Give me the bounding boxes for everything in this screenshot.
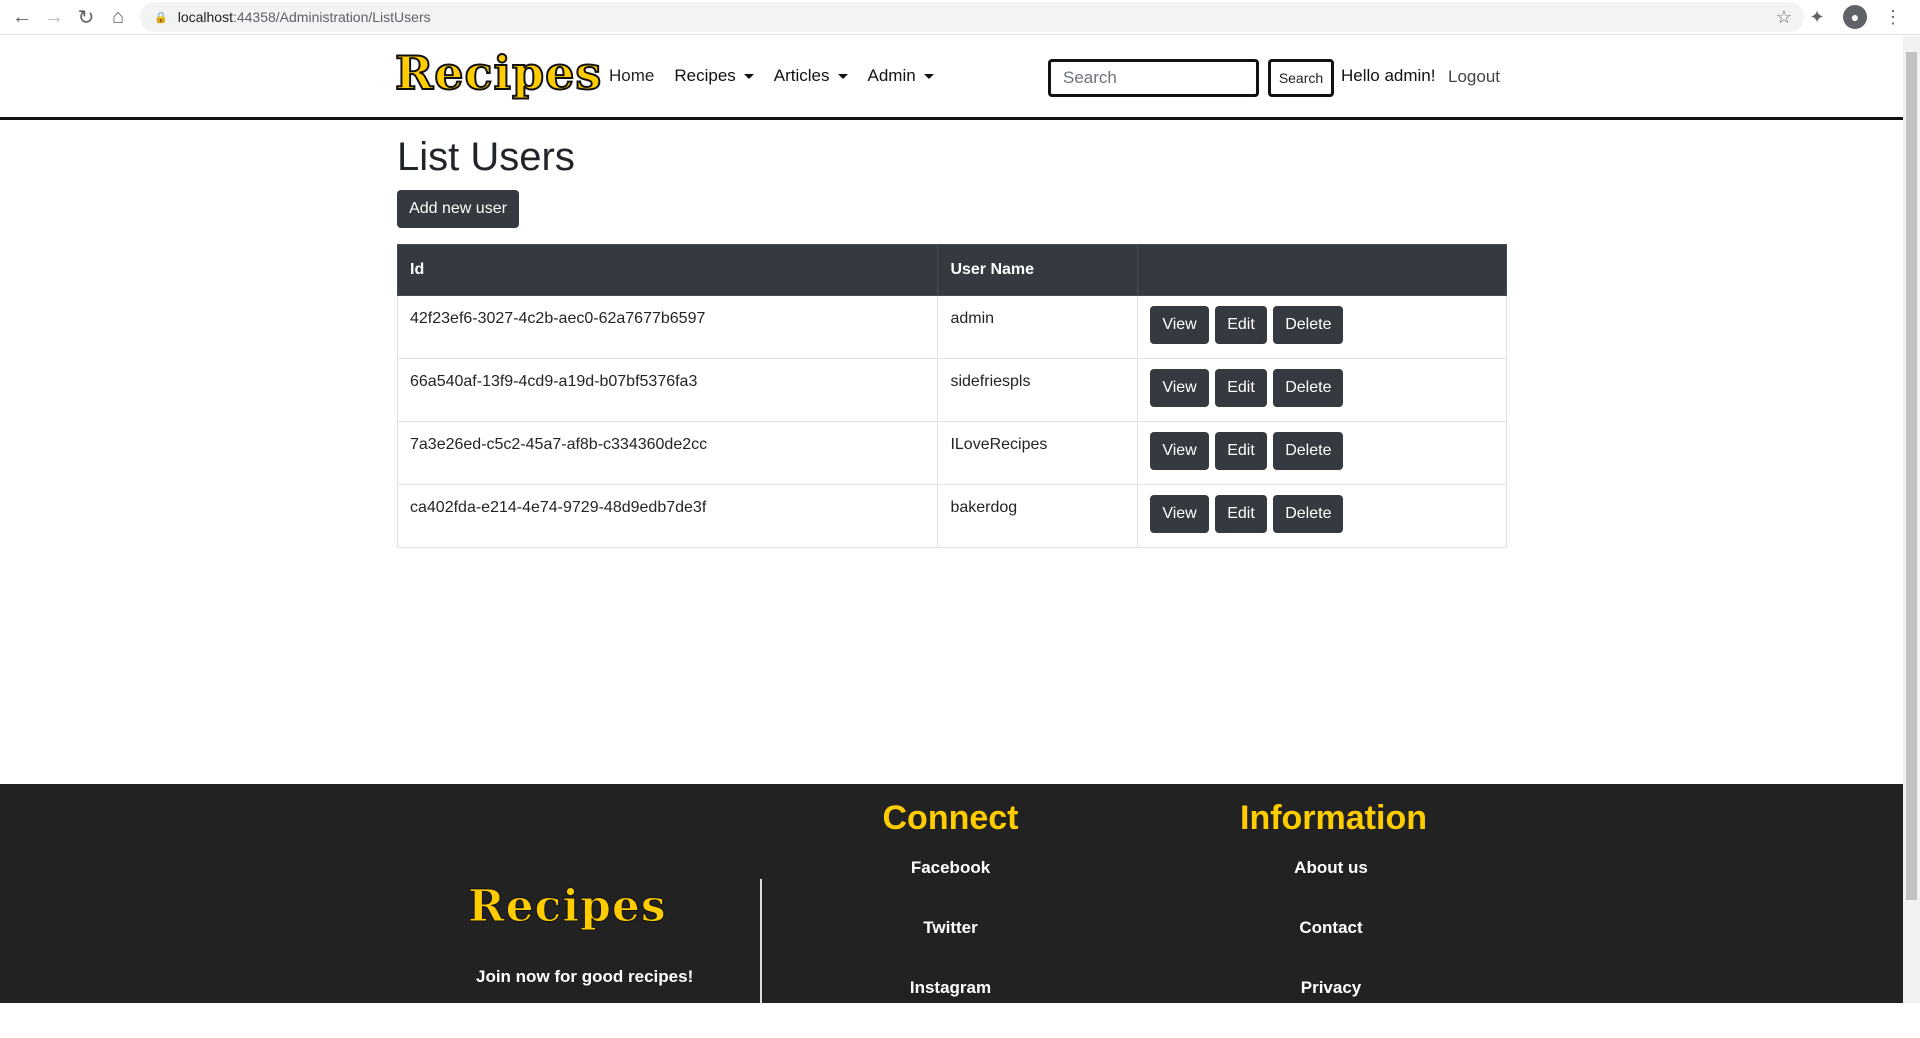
contact-link[interactable]: Contact <box>1240 918 1422 978</box>
greeting-text: Hello admin! <box>1341 66 1436 85</box>
lock-icon: 🔒 <box>154 11 168 24</box>
table-header-row: Id User Name <box>396 244 1507 296</box>
menu-icon[interactable]: ⋮ <box>1878 2 1908 32</box>
footer-information-title: Information <box>1240 799 1427 837</box>
caret-down-icon <box>923 74 934 80</box>
home-icon[interactable]: ⌂ <box>102 2 134 32</box>
delete-button[interactable]: Delete <box>1273 369 1344 407</box>
scrollbar-thumb[interactable] <box>1906 52 1917 900</box>
footer-logo[interactable]: Recipes <box>468 881 667 933</box>
twitter-link[interactable]: Twitter <box>878 918 1023 978</box>
footer-tagline: Join now for good recipes! <box>476 967 694 986</box>
main-nav: Home Recipes Articles Admin <box>609 66 934 86</box>
table-row: 42f23ef6-3027-4c2b-aec0-62a7677b6597 adm… <box>396 295 1507 359</box>
logout-link[interactable]: Logout <box>1448 67 1500 87</box>
column-header-username: User Name <box>937 244 1139 296</box>
table-row: 66a540af-13f9-4cd9-a19d-b07bf5376fa3 sid… <box>396 358 1507 422</box>
privacy-link[interactable]: Privacy <box>1240 978 1422 1038</box>
reload-icon[interactable]: ↻ <box>70 2 102 32</box>
about-us-link[interactable]: About us <box>1240 858 1422 918</box>
address-bar[interactable]: 🔒 localhost:44358/Administration/ListUse… <box>140 2 1804 32</box>
nav-articles-dropdown[interactable]: Articles <box>774 66 848 86</box>
forward-icon[interactable]: → <box>38 2 70 32</box>
url-host: localhost <box>177 9 233 25</box>
edit-button[interactable]: Edit <box>1215 306 1267 344</box>
footer-connect-column: Connect Facebook Twitter Instagram <box>878 799 1023 1038</box>
nav-recipes-label: Recipes <box>674 66 736 85</box>
caret-down-icon <box>837 74 848 80</box>
user-id-cell: 66a540af-13f9-4cd9-a19d-b07bf5376fa3 <box>396 358 939 422</box>
edit-button[interactable]: Edit <box>1215 369 1267 407</box>
browser-toolbar: ← → ↻ ⌂ 🔒 localhost:44358/Administration… <box>0 0 1920 35</box>
view-button[interactable]: View <box>1150 495 1209 533</box>
column-header-actions <box>1137 244 1507 296</box>
caret-down-icon <box>743 74 754 80</box>
profile-icon[interactable]: ● <box>1840 2 1870 32</box>
url-path: :44358/Administration/ListUsers <box>232 9 431 25</box>
page-scrollbar[interactable] <box>1903 36 1920 1003</box>
column-header-id: Id <box>396 244 939 296</box>
delete-button[interactable]: Delete <box>1273 432 1344 470</box>
search-input[interactable]: Search <box>1048 59 1259 97</box>
username-cell: ILoveRecipes <box>937 421 1139 485</box>
add-new-user-button[interactable]: Add new user <box>397 190 519 228</box>
user-id-cell: ca402fda-e214-4e74-9729-48d9edb7de3f <box>396 484 939 548</box>
username-cell: sidefriespls <box>937 358 1139 422</box>
view-button[interactable]: View <box>1150 369 1209 407</box>
username-cell: admin <box>937 295 1139 359</box>
nav-admin-label: Admin <box>867 66 916 85</box>
search-button[interactable]: Search <box>1268 59 1334 97</box>
delete-button[interactable]: Delete <box>1273 495 1344 533</box>
actions-cell: View Edit Delete <box>1137 295 1507 359</box>
nav-home[interactable]: Home <box>609 66 654 86</box>
extensions-icon[interactable]: ✦ <box>1802 2 1832 32</box>
edit-button[interactable]: Edit <box>1215 495 1267 533</box>
actions-cell: View Edit Delete <box>1137 484 1507 548</box>
footer-connect-title: Connect <box>882 799 1019 837</box>
nav-admin-dropdown[interactable]: Admin <box>868 66 934 86</box>
view-button[interactable]: View <box>1150 432 1209 470</box>
table-row: 7a3e26ed-c5c2-45a7-af8b-c334360de2cc ILo… <box>396 421 1507 485</box>
delete-button[interactable]: Delete <box>1273 306 1344 344</box>
footer-divider <box>760 879 762 1003</box>
user-id-cell: 7a3e26ed-c5c2-45a7-af8b-c334360de2cc <box>396 421 939 485</box>
nav-recipes-dropdown[interactable]: Recipes <box>674 66 754 86</box>
facebook-link[interactable]: Facebook <box>878 858 1023 918</box>
table-row: ca402fda-e214-4e74-9729-48d9edb7de3f bak… <box>396 484 1507 548</box>
user-id-cell: 42f23ef6-3027-4c2b-aec0-62a7677b6597 <box>396 295 939 359</box>
page-title: List Users <box>397 135 575 179</box>
actions-cell: View Edit Delete <box>1137 421 1507 485</box>
site-footer: Recipes Join now for good recipes! Conne… <box>0 784 1903 1003</box>
footer-information-column: Information About us Contact Privacy <box>1240 799 1427 1038</box>
site-header: Recipes Home Recipes Articles Admin Sear… <box>0 36 1903 120</box>
edit-button[interactable]: Edit <box>1215 432 1267 470</box>
star-icon[interactable]: ☆ <box>1776 7 1792 28</box>
view-button[interactable]: View <box>1150 306 1209 344</box>
actions-cell: View Edit Delete <box>1137 358 1507 422</box>
back-icon[interactable]: ← <box>6 2 38 32</box>
username-cell: bakerdog <box>937 484 1139 548</box>
nav-articles-label: Articles <box>773 66 830 85</box>
site-logo[interactable]: Recipes <box>394 45 602 101</box>
instagram-link[interactable]: Instagram <box>878 978 1023 1038</box>
users-table: Id User Name 42f23ef6-3027-4c2b-aec0-62a… <box>396 244 1507 548</box>
